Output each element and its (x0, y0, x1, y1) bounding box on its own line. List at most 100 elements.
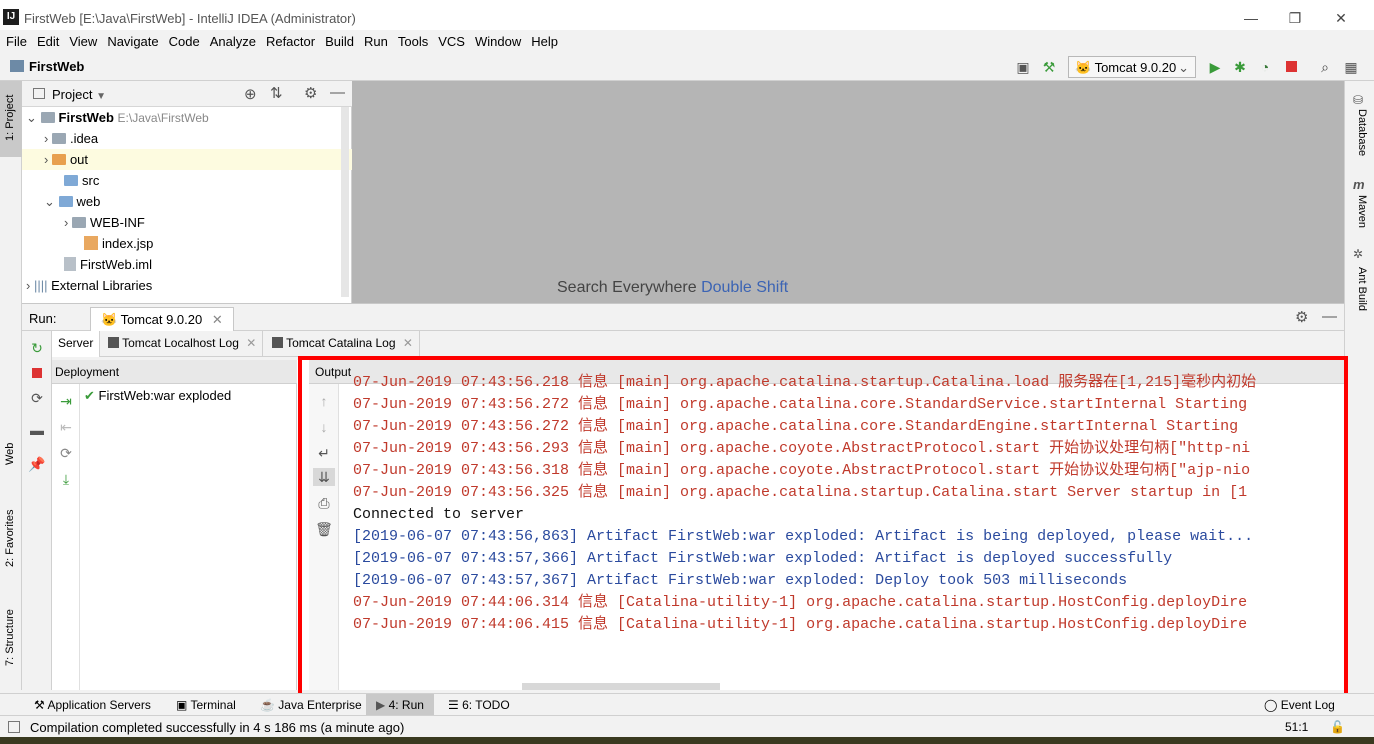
tree-item-external-libraries[interactable]: › |||| External Libraries (26, 275, 152, 296)
arrow-up-icon[interactable]: ↑ (315, 392, 333, 410)
tree-item-web[interactable]: ⌄ web (44, 191, 100, 212)
run-toolwindow-header: Run: 🐱 Tomcat 9.0.20 ✕ ⚙ — (22, 303, 1344, 331)
menu-build[interactable]: Build (319, 30, 358, 49)
project-structure-icon[interactable]: ▦ (1342, 58, 1360, 76)
event-log-icon: ◯ (1264, 698, 1281, 712)
trash-icon[interactable]: 🗑 (315, 520, 333, 538)
hide-icon[interactable]: — (1322, 308, 1337, 325)
tab-event-log[interactable]: ◯ Event Log (1264, 698, 1335, 712)
folder-icon (71, 217, 86, 228)
pin-icon[interactable]: 📌 (28, 455, 46, 473)
tab-java-enterprise[interactable]: ☕ Java Enterprise (260, 698, 362, 712)
web-tool-label[interactable]: Web (4, 443, 16, 465)
output-panel: Output ↑ ↓ ↵ ⇊ ⎙ 🗑 07-Jun-2019 07:43:56.… (297, 360, 1344, 690)
build-hammer-icon[interactable]: ⚒ (1040, 58, 1058, 76)
stop-icon[interactable] (1282, 58, 1300, 76)
locate-icon[interactable]: ⊕ (244, 85, 257, 103)
print-icon[interactable]: ⎙ (315, 494, 333, 512)
console-output[interactable]: 07-Jun-2019 07:43:56.218 信息 [main] org.a… (353, 372, 1341, 672)
run-configuration-select[interactable]: 🐱 Tomcat 9.0.20 ⌄ (1068, 56, 1196, 78)
menu-vcs[interactable]: VCS (432, 30, 469, 49)
project-tool-label[interactable]: 1: Project (4, 95, 16, 141)
deployment-tools: ⇥ ⇤ ⟳ ⤓ (52, 384, 80, 690)
soft-wrap-icon[interactable]: ↵ (315, 444, 333, 462)
jsp-file-icon (84, 236, 98, 250)
intellij-app-icon: IJ (3, 9, 19, 25)
ant-build-tool-label[interactable]: Ant Build (1356, 267, 1368, 311)
window-layout-icon[interactable]: ▣ (1014, 58, 1032, 76)
arrow-down-icon[interactable]: ↓ (315, 418, 333, 436)
minimize-button[interactable]: — (1236, 8, 1266, 28)
collapse-all-icon[interactable]: ⇅ (270, 84, 283, 102)
subtab-server[interactable]: Server (52, 331, 101, 357)
rerun-icon[interactable]: ↻ (28, 339, 46, 357)
console-line: 07-Jun-2019 07:43:56.272 信息 [main] org.a… (353, 396, 1248, 413)
add-artifact-icon[interactable]: ⤓ (57, 470, 75, 488)
scroll-to-end-icon[interactable]: ⇊ (313, 468, 335, 486)
tree-item-out[interactable]: › out (22, 149, 352, 170)
console-horizontal-scrollbar[interactable] (522, 683, 720, 690)
tab-terminal[interactable]: ▣ Terminal (176, 698, 236, 712)
tab-label: 4: Run (388, 698, 424, 712)
gear-icon[interactable]: ⚙ (1295, 308, 1308, 326)
subtab-catalina-log[interactable]: Tomcat Catalina Log ✕ (266, 331, 420, 357)
caret-position[interactable]: 51:1 (1285, 720, 1308, 734)
close-icon[interactable]: ✕ (246, 336, 256, 350)
tab-todo[interactable]: ☰ 6: TODO (448, 698, 510, 712)
tree-item-index-jsp[interactable]: index.jsp (84, 233, 153, 254)
project-scrollbar[interactable] (341, 107, 349, 297)
close-button[interactable]: ✕ (1326, 8, 1356, 28)
deploy-icon[interactable]: ⇥ (57, 392, 75, 410)
tab-run[interactable]: ▶ 4: Run (366, 694, 434, 716)
stop-icon[interactable] (28, 364, 46, 382)
menu-file[interactable]: File (0, 30, 31, 49)
menu-refactor[interactable]: Refactor (260, 30, 319, 49)
tree-item-label: FirstWeb.iml (80, 257, 152, 272)
tree-item-src[interactable]: src (64, 170, 99, 191)
toggle-tool-windows-icon[interactable] (8, 721, 20, 733)
debug-icon[interactable]: ✱ (1231, 58, 1249, 76)
breadcrumb-project[interactable]: FirstWeb (29, 59, 84, 74)
gear-icon[interactable]: ⚙ (304, 84, 317, 102)
menu-run[interactable]: Run (358, 30, 392, 49)
maven-tool-label[interactable]: Maven (1356, 195, 1368, 228)
check-icon: ✔ (84, 388, 99, 403)
restore-button[interactable]: ❐ (1280, 8, 1310, 28)
menu-analyze[interactable]: Analyze (204, 30, 260, 49)
database-tool-label[interactable]: Database (1356, 109, 1368, 156)
menu-tools[interactable]: Tools (392, 30, 432, 49)
search-icon[interactable]: ⌕ (1316, 58, 1334, 76)
run-tab-tomcat[interactable]: 🐱 Tomcat 9.0.20 ✕ (90, 307, 234, 331)
menu-view[interactable]: View (63, 30, 101, 49)
undeploy-icon[interactable]: ⇤ (57, 418, 75, 436)
close-icon[interactable]: ✕ (403, 336, 413, 350)
subtab-localhost-log[interactable]: Tomcat Localhost Log ✕ (102, 331, 264, 357)
bottom-tool-bar: ⚒ Application Servers ▣ Terminal ☕ Java … (0, 693, 1374, 716)
tree-item-firstweb-iml[interactable]: FirstWeb.iml (64, 254, 152, 275)
menu-navigate[interactable]: Navigate (101, 30, 162, 49)
tree-item-web-inf[interactable]: › WEB-INF (64, 212, 145, 233)
run-icon[interactable]: ▶ (1206, 58, 1224, 76)
tree-item-label: src (82, 173, 100, 188)
hide-icon[interactable]: — (330, 84, 345, 101)
folder-icon (51, 133, 66, 144)
menu-window[interactable]: Window (469, 30, 525, 49)
structure-tool-label[interactable]: 7: Structure (4, 609, 16, 666)
window-title: FirstWeb [E:\Java\FirstWeb] - IntelliJ I… (24, 11, 356, 26)
menu-edit[interactable]: Edit (31, 30, 63, 49)
menu-code[interactable]: Code (163, 30, 204, 49)
favorites-tool-label[interactable]: 2: Favorites (4, 510, 16, 567)
close-icon[interactable]: ✕ (212, 312, 223, 327)
tab-label: Java Enterprise (278, 698, 362, 712)
lock-icon[interactable]: 🔓 (1330, 720, 1345, 734)
menu-help[interactable]: Help (525, 30, 562, 49)
tree-item-firstweb[interactable]: ⌄ FirstWeb E:\Java\FirstWeb (26, 107, 209, 128)
coverage-icon[interactable]: ◔ (1256, 58, 1274, 76)
project-view-select[interactable]: Project ▼ (52, 87, 106, 102)
refresh-icon[interactable]: ⟳ (28, 389, 46, 407)
refresh-icon[interactable]: ⟳ (57, 444, 75, 462)
deployment-item[interactable]: ✔ FirstWeb:war exploded (84, 388, 231, 404)
tab-application-servers[interactable]: ⚒ Application Servers (34, 698, 151, 712)
tree-item-idea[interactable]: › .idea (44, 128, 98, 149)
layout-icon[interactable]: ▬ (28, 421, 46, 439)
